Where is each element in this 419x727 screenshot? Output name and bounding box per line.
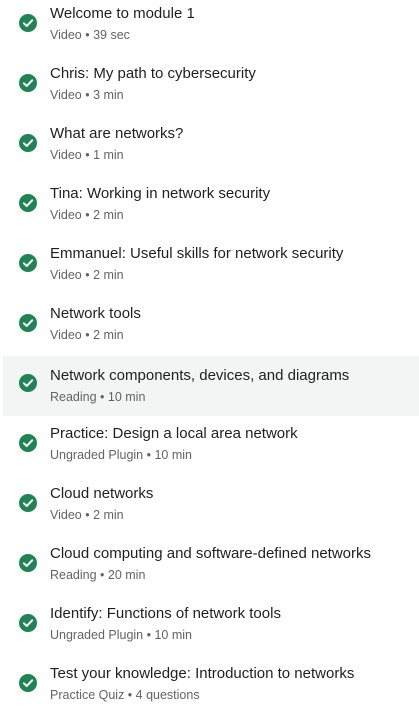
item-title: Cloud computing and software-defined net… [50,545,372,562]
item-title: Welcome to module 1 [50,5,195,22]
check-circle-icon [19,494,37,512]
list-item-what-are-networks[interactable]: What are networks? Video • 1 min [3,118,419,178]
check-circle-icon [19,14,37,32]
list-item-tina-working[interactable]: Tina: Working in network security Video … [3,178,419,238]
item-meta: Reading • 10 min [50,390,146,404]
list-item-identify-functions[interactable]: Identify: Functions of network tools Ung… [3,598,419,658]
item-title: Chris: My path to cybersecurity [50,65,256,82]
item-title: What are networks? [50,125,184,142]
item-title: Network components, devices, and diagram… [50,367,350,384]
check-circle-icon [19,614,37,632]
list-item-network-components[interactable]: Network components, devices, and diagram… [3,356,419,416]
list-item-welcome-to-module-1[interactable]: Welcome to module 1 Video • 39 sec [3,0,419,58]
item-title: Tina: Working in network security [50,185,271,202]
list-item-test-your-knowledge[interactable]: Test your knowledge: Introduction to net… [3,658,419,718]
item-meta: Practice Quiz • 4 questions [50,688,200,702]
item-title: Emmanuel: Useful skills for network secu… [50,245,344,262]
item-title: Cloud networks [50,485,154,502]
check-circle-icon [19,194,37,212]
check-circle-icon [19,674,37,692]
item-meta: Ungraded Plugin • 10 min [50,628,192,642]
item-meta: Video • 2 min [50,328,124,342]
item-meta: Reading • 20 min [50,568,146,582]
list-item-emmanuel-useful-skills[interactable]: Emmanuel: Useful skills for network secu… [3,238,419,298]
module-item-list: Welcome to module 1 Video • 39 sec Chris… [0,0,419,727]
item-meta: Video • 2 min [50,508,124,522]
list-item-practice-design-lan[interactable]: Practice: Design a local area network Un… [3,418,419,478]
item-title: Test your knowledge: Introduction to net… [50,665,355,682]
item-title: Practice: Design a local area network [50,425,298,442]
list-item-network-tools[interactable]: Network tools Video • 2 min [3,298,419,358]
item-meta: Video • 3 min [50,88,124,102]
check-circle-icon [19,374,37,392]
check-circle-icon [19,434,37,452]
item-meta: Video • 2 min [50,208,124,222]
check-circle-icon [19,134,37,152]
check-circle-icon [19,74,37,92]
item-meta: Ungraded Plugin • 10 min [50,448,192,462]
check-circle-icon [19,254,37,272]
list-item-cloud-networks[interactable]: Cloud networks Video • 2 min [3,478,419,538]
item-meta: Video • 1 min [50,148,124,162]
check-circle-icon [19,554,37,572]
item-title: Network tools [50,305,141,322]
item-title: Identify: Functions of network tools [50,605,281,622]
item-meta: Video • 2 min [50,268,124,282]
list-item-cloud-computing-sdn[interactable]: Cloud computing and software-defined net… [3,538,419,598]
item-meta: Video • 39 sec [50,28,130,42]
check-circle-icon [19,314,37,332]
list-item-chris-my-path[interactable]: Chris: My path to cybersecurity Video • … [3,58,419,118]
